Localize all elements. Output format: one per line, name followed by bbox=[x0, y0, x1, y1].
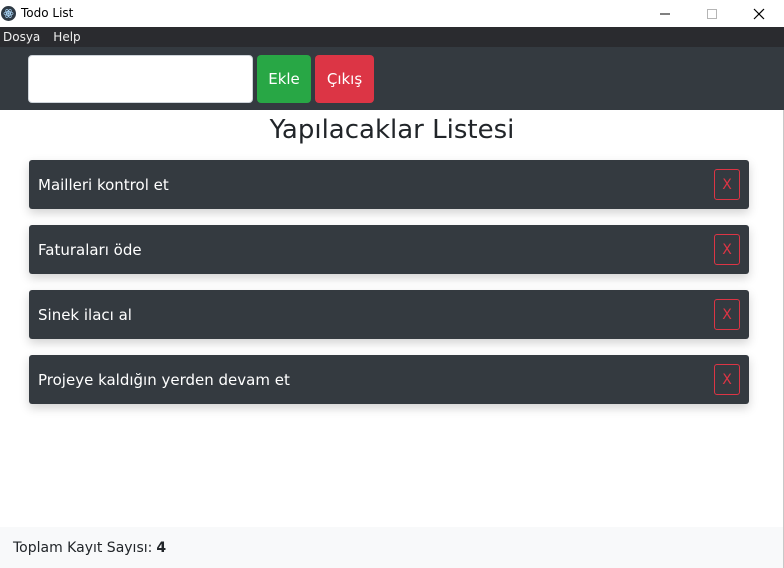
maximize-icon bbox=[707, 8, 717, 19]
delete-todo-button[interactable]: X bbox=[714, 299, 740, 330]
menu-item-dosya[interactable]: Dosya bbox=[0, 27, 46, 47]
page-title: Yapılacaklar Listesi bbox=[269, 115, 515, 145]
delete-todo-button[interactable]: X bbox=[714, 364, 740, 395]
app-icon bbox=[1, 6, 16, 21]
window-title: Todo List bbox=[21, 6, 74, 20]
todo-text: Projeye kaldığın yerden devam et bbox=[38, 370, 290, 389]
todo-list: Mailleri kontrol et X Faturaları öde X S… bbox=[29, 160, 749, 420]
todo-item: Mailleri kontrol et X bbox=[29, 160, 749, 209]
menu-item-help[interactable]: Help bbox=[46, 27, 86, 47]
minimize-icon bbox=[660, 13, 670, 14]
todo-input[interactable] bbox=[28, 55, 253, 103]
close-button[interactable] bbox=[736, 0, 782, 27]
todo-text: Sinek ilacı al bbox=[38, 305, 132, 324]
todo-item: Sinek ilacı al X bbox=[29, 290, 749, 339]
delete-todo-button[interactable]: X bbox=[714, 169, 740, 200]
footer: Toplam Kayıt Sayısı: 4 bbox=[0, 527, 783, 568]
title-bar: Todo List bbox=[0, 0, 784, 27]
toolbar: Ekle Çıkış bbox=[0, 47, 784, 110]
menu-bar: Dosya Help bbox=[0, 27, 784, 47]
todo-text: Faturaları öde bbox=[38, 240, 142, 259]
record-count: 4 bbox=[156, 539, 167, 556]
footer-label: Toplam Kayıt Sayısı: bbox=[13, 539, 153, 556]
exit-button[interactable]: Çıkış bbox=[315, 55, 374, 103]
delete-todo-button[interactable]: X bbox=[714, 234, 740, 265]
todo-item: Projeye kaldığın yerden devam et X bbox=[29, 355, 749, 404]
todo-text: Mailleri kontrol et bbox=[38, 175, 169, 194]
add-button[interactable]: Ekle bbox=[257, 55, 311, 103]
maximize-button[interactable] bbox=[689, 0, 735, 27]
app-window: Todo List Dosya Help Ekle Çıkış Yapılaca… bbox=[0, 0, 784, 568]
todo-item: Faturaları öde X bbox=[29, 225, 749, 274]
minimize-button[interactable] bbox=[642, 0, 688, 27]
close-icon bbox=[753, 8, 765, 19]
